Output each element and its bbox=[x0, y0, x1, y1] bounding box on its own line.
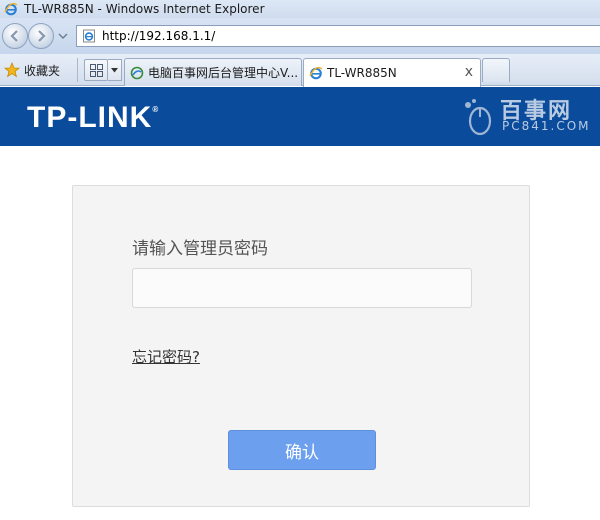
brand-header: TP-LINK® 百事网 PC841.COM bbox=[0, 87, 600, 146]
toolbar-separator bbox=[77, 58, 78, 82]
star-icon bbox=[4, 62, 20, 78]
window-title: TL-WR885N - Windows Internet Explorer bbox=[24, 2, 265, 16]
ie-logo-icon bbox=[4, 2, 18, 16]
password-label: 请输入管理员密码 bbox=[132, 239, 268, 259]
history-dropdown-icon[interactable] bbox=[58, 32, 68, 40]
login-card: 请输入管理员密码 忘记密码? 确认 bbox=[72, 185, 530, 507]
tab-admin-center[interactable]: 电脑百事网后台管理中心V... bbox=[124, 58, 302, 86]
back-button[interactable] bbox=[2, 23, 28, 49]
forward-arrow-icon bbox=[38, 30, 46, 42]
new-tab-button[interactable] bbox=[482, 58, 510, 82]
ie-logo-icon bbox=[309, 66, 323, 80]
mouse-logo-icon bbox=[465, 99, 492, 136]
confirm-button[interactable]: 确认 bbox=[228, 430, 376, 470]
window-titlebar: TL-WR885N - Windows Internet Explorer bbox=[0, 0, 600, 18]
close-tab-icon[interactable]: x bbox=[465, 64, 473, 80]
address-bar[interactable]: http://192.168.1.1/ bbox=[76, 25, 600, 47]
chevron-down-icon bbox=[111, 68, 118, 73]
favorites-button[interactable]: 收藏夹 bbox=[4, 61, 60, 79]
page-swirl-icon bbox=[130, 66, 144, 79]
quick-tabs-button[interactable] bbox=[84, 59, 108, 81]
tab-label: TL-WR885N bbox=[327, 66, 397, 80]
tab-router[interactable]: TL-WR885N x bbox=[303, 58, 481, 87]
address-url: http://192.168.1.1/ bbox=[102, 29, 216, 43]
page-icon bbox=[83, 29, 95, 43]
watermark-url: PC841.COM bbox=[502, 119, 591, 133]
forward-button[interactable] bbox=[28, 23, 54, 49]
forgot-password-link[interactable]: 忘记密码? bbox=[132, 346, 200, 367]
tab-list-button[interactable] bbox=[108, 59, 122, 81]
favorites-label: 收藏夹 bbox=[24, 63, 61, 78]
tab-bar: 收藏夹 电脑百事网后台管理中心V... TL-WR885N x bbox=[0, 54, 600, 87]
tplink-logo: TP-LINK® bbox=[27, 101, 160, 134]
pc841-watermark: 百事网 PC841.COM bbox=[458, 91, 598, 141]
password-input[interactable] bbox=[132, 268, 472, 308]
back-arrow-icon bbox=[10, 30, 18, 42]
navigation-bar: http://192.168.1.1/ bbox=[0, 18, 600, 54]
grid-icon bbox=[90, 64, 103, 77]
tab-label: 电脑百事网后台管理中心V... bbox=[148, 66, 299, 80]
